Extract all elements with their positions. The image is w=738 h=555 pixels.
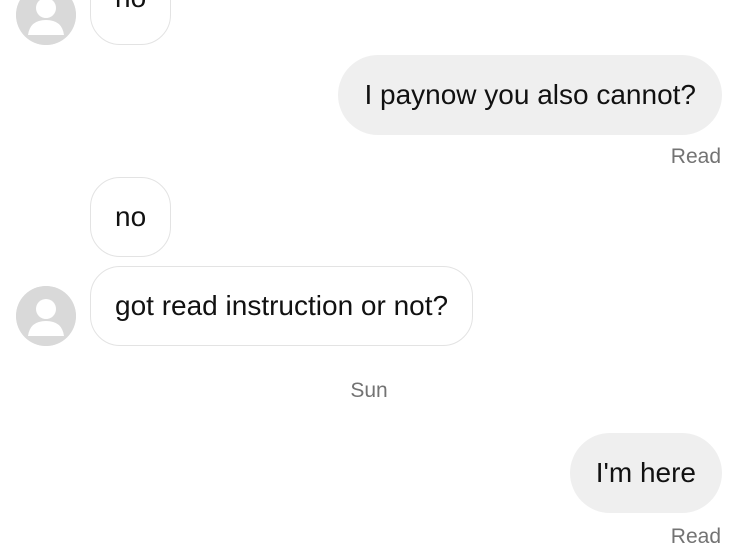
contact-avatar[interactable] [16,286,76,346]
message-bubble-incoming[interactable]: no [90,177,172,257]
message-bubble-incoming[interactable]: got read instruction or not? [90,266,474,346]
user-silhouette-icon [16,286,76,346]
message-text: got read instruction or not? [115,290,449,321]
message-text: I'm here [595,457,696,488]
message-bubble-outgoing[interactable]: I paynow you also cannot? [338,55,722,135]
message-text: I paynow you also cannot? [364,79,696,110]
message-bubble-incoming[interactable]: no [90,0,172,45]
day-separator: Sun [350,379,388,402]
read-receipt: Read [670,525,721,548]
message-bubble-outgoing[interactable]: I'm here [569,433,722,513]
user-silhouette-icon [16,0,76,45]
read-receipt: Read [670,145,721,168]
message-text: no [115,0,146,12]
message-text: no [115,201,147,232]
contact-avatar[interactable] [16,0,76,45]
